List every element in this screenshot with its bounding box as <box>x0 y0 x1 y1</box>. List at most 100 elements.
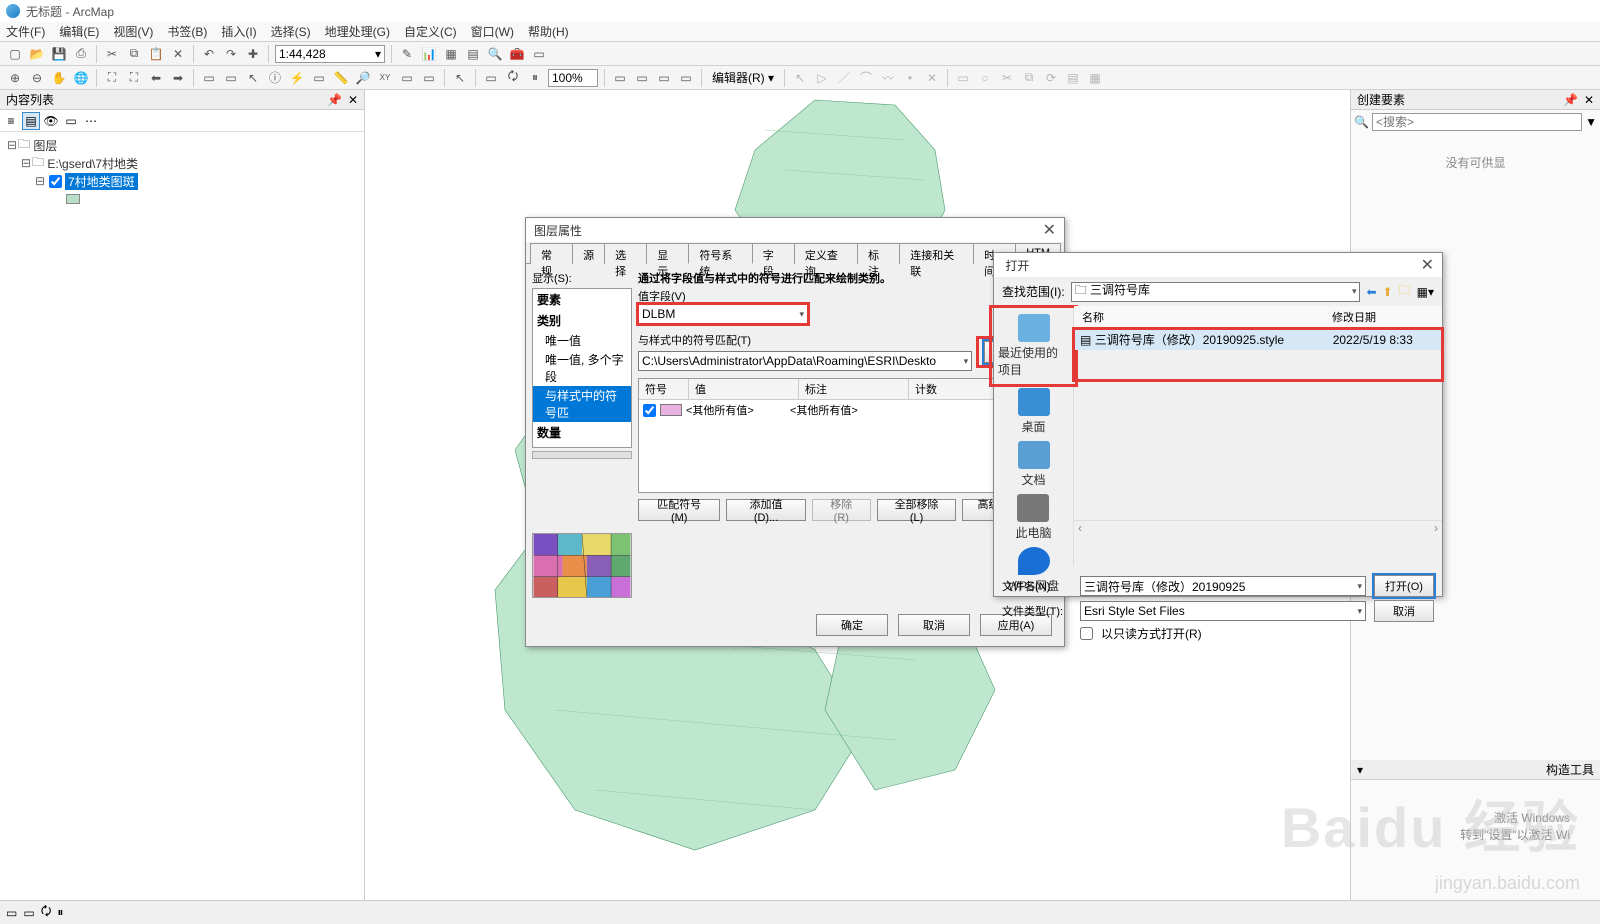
data-view-icon[interactable]: ▭ <box>6 906 17 920</box>
edit-rect-icon[interactable]: ▭ <box>954 69 972 87</box>
zoom-in-icon[interactable]: ⊕ <box>6 69 24 87</box>
refresh-icon[interactable]: 🗘 <box>504 69 522 87</box>
edit-rotate-icon[interactable]: ⟳ <box>1042 69 1060 87</box>
toc-list-by-selection-icon[interactable]: ▭ <box>62 112 80 130</box>
filename-combo[interactable]: 三调符号库（修改）20190925▾ <box>1080 576 1366 596</box>
col-date[interactable]: 修改日期 <box>1324 306 1384 328</box>
edit-attrs-icon[interactable]: ▤ <box>1064 69 1082 87</box>
place-recent[interactable]: 最近使用的项目 <box>994 310 1073 382</box>
georef4-icon[interactable]: ▭ <box>677 69 695 87</box>
open-dlg-titlebar[interactable]: 打开 ✕ <box>994 253 1442 277</box>
menu-view[interactable]: 视图(V) <box>113 23 153 40</box>
cancel-button[interactable]: 取消 <box>898 614 970 636</box>
georef2-icon[interactable]: ▭ <box>633 69 651 87</box>
hyperlink-icon[interactable]: ⚡ <box>288 69 306 87</box>
new-icon[interactable]: ▢ <box>6 45 24 63</box>
print-icon[interactable]: ⎙ <box>72 45 90 63</box>
col-name[interactable]: 名称 <box>1074 306 1324 328</box>
menu-help[interactable]: 帮助(H) <box>528 23 569 40</box>
edit-line-icon[interactable]: ／ <box>835 69 853 87</box>
find-icon[interactable]: 🔎 <box>354 69 372 87</box>
refresh-view-icon[interactable]: 🗘 <box>41 902 52 923</box>
cf-search-icon[interactable]: 🔍 <box>1354 115 1369 129</box>
feature-layer[interactable]: 7村地类图斑 <box>65 173 138 190</box>
tab-symbology[interactable]: 符号系统 <box>688 243 752 264</box>
forward-icon[interactable]: ➡ <box>169 69 187 87</box>
tab-general[interactable]: 常规 <box>530 243 573 264</box>
all-other-swatch[interactable] <box>660 404 682 416</box>
scale-combo[interactable]: 1:44,428▾ <box>275 45 385 63</box>
place-documents[interactable]: 文档 <box>1018 441 1050 488</box>
editor-menu[interactable]: 编辑器(R) ▾ <box>708 69 778 86</box>
toc-list-by-visibility-icon[interactable]: 👁 <box>42 112 60 130</box>
filetype-combo[interactable]: Esri Style Set Files▾ <box>1080 601 1366 621</box>
zoom-percent[interactable]: 100% <box>548 69 598 87</box>
fixed-zoom-in-icon[interactable]: ⛶ <box>103 69 121 87</box>
edit-circle-icon[interactable]: ○ <box>976 69 994 87</box>
undo-icon[interactable]: ↶ <box>200 45 218 63</box>
group-layer[interactable]: E:\gserd\7村地类 <box>47 155 138 172</box>
style-path-combo[interactable]: C:\Users\Administrator\AppData\Roaming\E… <box>638 351 972 371</box>
tab-fields[interactable]: 字段 <box>752 243 795 264</box>
tab-selection[interactable]: 选择 <box>604 243 647 264</box>
open-cancel-button[interactable]: 取消 <box>1374 600 1434 622</box>
cut-icon[interactable]: ✂ <box>103 45 121 63</box>
pause-draw-icon[interactable]: ⏸ <box>57 905 63 920</box>
toc-list-by-drawing-icon[interactable]: ≡ <box>2 112 20 130</box>
back-icon[interactable]: ⬅ <box>147 69 165 87</box>
copy-icon[interactable]: ⧉ <box>125 45 143 63</box>
ok-button[interactable]: 确定 <box>816 614 888 636</box>
layer-props-close-icon[interactable]: ✕ <box>1043 220 1056 240</box>
layers-root[interactable]: 图层 <box>33 137 57 154</box>
place-this-pc[interactable]: 此电脑 <box>1015 494 1051 541</box>
edit-point-icon[interactable]: • <box>901 69 919 87</box>
menu-customize[interactable]: 自定义(C) <box>404 23 457 40</box>
select-elements-icon[interactable]: ↖ <box>244 69 262 87</box>
menu-bookmarks[interactable]: 书签(B) <box>167 23 207 40</box>
catalog-icon[interactable]: ▤ <box>464 45 482 63</box>
toc-pin-icon[interactable]: 📌 <box>327 93 342 107</box>
clear-selection-icon[interactable]: ▭ <box>222 69 240 87</box>
pause-icon[interactable]: ⏸ <box>526 69 544 87</box>
arrow-icon[interactable]: ↖ <box>451 69 469 87</box>
tab-defquery[interactable]: 定义查询 <box>794 243 858 264</box>
back-nav-icon[interactable]: ⬅ <box>1366 285 1376 299</box>
menu-edit[interactable]: 编辑(E) <box>59 23 99 40</box>
new-folder-icon[interactable]: 🗀 <box>1399 281 1411 302</box>
cf-close-icon[interactable]: ✕ <box>1584 93 1594 107</box>
edit-merge-icon[interactable]: ⧉ <box>1020 69 1038 87</box>
search-icon[interactable]: 🔍 <box>486 45 504 63</box>
toc-close-icon[interactable]: ✕ <box>348 93 358 107</box>
file-row[interactable]: ▤ 三调符号库（修改）20190925.style 2022/5/19 8:33 <box>1074 329 1442 350</box>
toolbox-icon[interactable]: 🧰 <box>508 45 526 63</box>
remove-button[interactable]: 移除(R) <box>812 499 871 521</box>
identify-icon[interactable]: ⓘ <box>266 69 284 87</box>
menu-insert[interactable]: 插入(I) <box>221 23 256 40</box>
toc-options-icon[interactable]: ⋯ <box>82 112 100 130</box>
symbol-table[interactable]: 符号 值 标注 计数 <其他所有值> <其他所有值> <box>638 378 1030 493</box>
view-menu-icon[interactable]: ▦▾ <box>1417 285 1434 299</box>
edit-clip-icon[interactable]: ✂ <box>998 69 1016 87</box>
match-symbols-button[interactable]: 匹配符号(M) <box>638 499 720 521</box>
open-icon[interactable]: 📂 <box>28 45 46 63</box>
file-list[interactable]: 名称 修改日期 ▤ 三调符号库（修改）20190925.style 2022/5… <box>1074 306 1442 566</box>
table-icon[interactable]: ▦ <box>442 45 460 63</box>
add-data-icon[interactable]: ✚ <box>244 45 262 63</box>
all-other-checkbox[interactable] <box>643 404 656 417</box>
tab-joins[interactable]: 连接和关联 <box>899 243 974 264</box>
cf-search-input[interactable] <box>1372 113 1582 131</box>
draw-icon[interactable]: ▭ <box>482 69 500 87</box>
menu-file[interactable]: 文件(F) <box>6 23 45 40</box>
readonly-checkbox[interactable] <box>1080 627 1093 640</box>
look-in-combo[interactable]: 🗀 三调符号库▾ <box>1071 282 1361 302</box>
full-extent-icon[interactable]: 🌐 <box>72 69 90 87</box>
editor-toolbar-icon[interactable]: ✎ <box>398 45 416 63</box>
menu-geoprocessing[interactable]: 地理处理(G) <box>325 23 390 40</box>
cf-filter-icon[interactable]: ▼ <box>1585 115 1597 129</box>
open-button[interactable]: 打开(O) <box>1374 575 1434 597</box>
html-popup-icon[interactable]: ▭ <box>310 69 328 87</box>
edit-vertices-icon[interactable]: ▷ <box>813 69 831 87</box>
measure-icon[interactable]: 📏 <box>332 69 350 87</box>
tab-display[interactable]: 显示 <box>646 243 689 264</box>
zoom-out-icon[interactable]: ⊖ <box>28 69 46 87</box>
